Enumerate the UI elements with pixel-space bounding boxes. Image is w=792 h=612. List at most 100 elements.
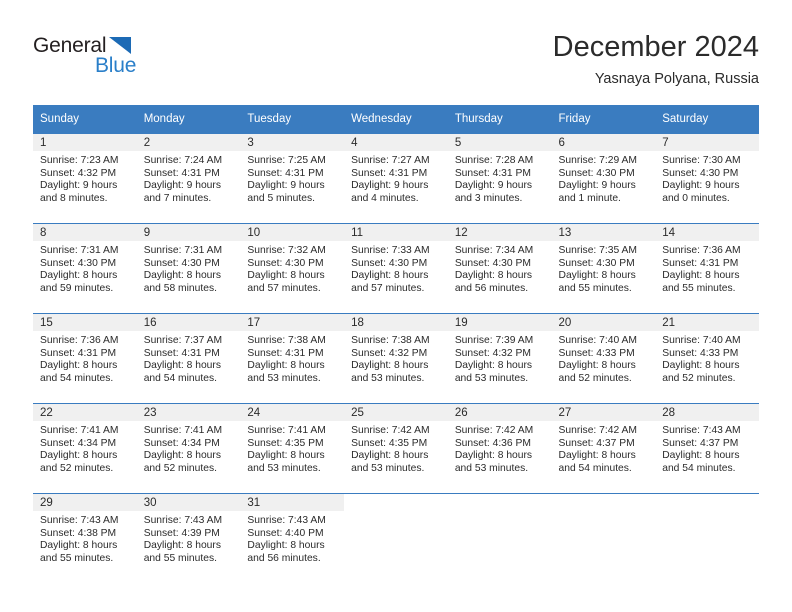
calendar-day-cell[interactable]: 31 Sunrise: 7:43 AM Sunset: 4:40 PM Dayligh… (240, 493, 345, 583)
calendar-day-cell[interactable]: 29 Sunrise: 7:43 AM Sunset: 4:38 PM Dayligh… (33, 493, 137, 583)
day-number: 29 (33, 494, 137, 511)
day-number: 16 (136, 314, 241, 331)
logo-text-blue: Blue (95, 54, 137, 77)
daylight-text-line2: and 52 minutes. (662, 372, 736, 384)
sunrise-text: Sunrise: 7:43 AM (662, 425, 741, 436)
sunset-text: Sunset: 4:37 PM (662, 437, 739, 449)
day-number: 25 (344, 404, 448, 421)
day-number: 3 (240, 134, 345, 151)
calendar-day-cell[interactable]: 4 Sunrise: 7:27 AM Sunset: 4:31 PM Daylight… (344, 133, 448, 224)
day-sun-info: Sunrise: 7:38 AM Sunset: 4:32 PM Daylight:… (344, 331, 448, 385)
day-sun-info: Sunrise: 7:40 AM Sunset: 4:33 PM Daylight:… (552, 331, 656, 385)
sunset-text: Sunset: 4:33 PM (558, 347, 635, 359)
day-sun-info: Sunrise: 7:23 AM Sunset: 4:32 PM Daylight:… (33, 151, 137, 205)
calendar-day-cell[interactable]: 14 Sunrise: 7:36 AM Sunset: 4:31 PM Dayligh… (655, 223, 759, 314)
calendar-day-cell[interactable]: 13 Sunrise: 7:35 AM Sunset: 4:30 PM Dayligh… (551, 223, 656, 314)
calendar-day-cell[interactable]: 17 Sunrise: 7:38 AM Sunset: 4:31 PM Dayligh… (240, 313, 345, 404)
day-sun-info: Sunrise: 7:36 AM Sunset: 4:31 PM Daylight:… (33, 331, 137, 385)
daylight-text-line2: and 8 minutes. (40, 192, 108, 204)
sunset-text: Sunset: 4:30 PM (247, 257, 324, 269)
day-cell-content: 13 Sunrise: 7:35 AM Sunset: 4:30 PM Dayligh… (551, 224, 656, 313)
daylight-text-line1: Daylight: 8 hours (662, 450, 740, 462)
day-sun-info: Sunrise: 7:41 AM Sunset: 4:34 PM Daylight:… (33, 421, 137, 475)
daylight-text-line2: and 59 minutes. (40, 282, 114, 294)
daylight-text-line1: Daylight: 9 hours (558, 180, 636, 192)
logo-triangle-icon (109, 37, 131, 54)
calendar-day-cell[interactable]: 20 Sunrise: 7:40 AM Sunset: 4:33 PM Dayligh… (551, 313, 656, 404)
weekday-header-row: Sunday Monday Tuesday Wednesday Thursday Frid… (33, 105, 759, 134)
day-number: 10 (240, 224, 345, 241)
calendar-day-cell[interactable]: 3 Sunrise: 7:25 AM Sunset: 4:31 PM Daylight… (240, 133, 345, 224)
day-number: 7 (655, 134, 759, 151)
calendar-day-cell[interactable]: 23 Sunrise: 7:41 AM Sunset: 4:34 PM Dayligh… (136, 403, 241, 494)
daylight-text-line2: and 52 minutes. (143, 462, 217, 474)
sunset-text: Sunset: 4:31 PM (143, 167, 220, 179)
calendar-day-cell[interactable]: 9 Sunrise: 7:31 AM Sunset: 4:30 PM Daylight… (136, 223, 241, 314)
weekday-header-wednesday: Wednesday (344, 105, 448, 134)
calendar-day-cell[interactable]: 25 Sunrise: 7:42 AM Sunset: 4:35 PM Dayligh… (344, 403, 448, 494)
day-cell-content (655, 494, 759, 583)
calendar-day-cell[interactable]: 19 Sunrise: 7:39 AM Sunset: 4:32 PM Dayligh… (447, 313, 552, 404)
sunrise-text: Sunrise: 7:41 AM (40, 425, 119, 436)
title-block: December 2024 Yasnaya Polyana, Russia (553, 30, 759, 90)
calendar-header-row: Sunday Monday Tuesday Wednesday Thursday Frid… (33, 105, 759, 134)
calendar-day-cell[interactable]: 27 Sunrise: 7:42 AM Sunset: 4:37 PM Dayligh… (551, 403, 656, 494)
day-number (344, 494, 448, 511)
daylight-text-line2: and 55 minutes. (40, 552, 114, 564)
calendar-table: Sunday Monday Tuesday Wednesday Thursday Frid… (33, 105, 759, 583)
general-blue-logo[interactable]: General Blue (33, 34, 213, 90)
sunrise-text: Sunrise: 7:43 AM (143, 515, 223, 526)
calendar-day-cell[interactable]: 6 Sunrise: 7:29 AM Sunset: 4:30 PM Daylight… (551, 133, 656, 224)
day-cell-content: 10 Sunrise: 7:32 AM Sunset: 4:30 PM Dayligh… (240, 224, 345, 313)
day-cell-content: 17 Sunrise: 7:38 AM Sunset: 4:31 PM Dayligh… (240, 314, 345, 403)
calendar-week-row: 8 Sunrise: 7:31 AM Sunset: 4:30 PM Daylight… (33, 223, 759, 314)
sunset-text: Sunset: 4:34 PM (143, 437, 220, 449)
calendar-day-cell[interactable]: 7 Sunrise: 7:30 AM Sunset: 4:30 PM Daylight… (655, 133, 759, 224)
daylight-text-line2: and 57 minutes. (247, 282, 321, 294)
calendar-day-cell[interactable]: 16 Sunrise: 7:37 AM Sunset: 4:31 PM Dayligh… (136, 313, 241, 404)
day-cell-content (344, 494, 448, 583)
calendar-day-cell[interactable]: 26 Sunrise: 7:42 AM Sunset: 4:36 PM Dayligh… (447, 403, 552, 494)
calendar-day-cell[interactable]: 30 Sunrise: 7:43 AM Sunset: 4:39 PM Dayligh… (136, 493, 241, 583)
sunset-text: Sunset: 4:38 PM (40, 527, 117, 539)
calendar-day-cell[interactable]: 28 Sunrise: 7:43 AM Sunset: 4:37 PM Dayligh… (655, 403, 759, 494)
calendar-week-row: 29 Sunrise: 7:43 AM Sunset: 4:38 PM Dayligh… (33, 493, 759, 583)
sunset-text: Sunset: 4:30 PM (351, 257, 428, 269)
calendar-day-cell[interactable]: 22 Sunrise: 7:41 AM Sunset: 4:34 PM Dayligh… (33, 403, 137, 494)
calendar-day-cell[interactable]: 24 Sunrise: 7:41 AM Sunset: 4:35 PM Dayligh… (240, 403, 345, 494)
daylight-text-line1: Daylight: 8 hours (247, 360, 325, 372)
calendar-day-cell[interactable]: 11 Sunrise: 7:33 AM Sunset: 4:30 PM Dayligh… (344, 223, 448, 314)
sunrise-text: Sunrise: 7:38 AM (247, 335, 326, 346)
sunrise-text: Sunrise: 7:24 AM (143, 155, 223, 166)
calendar-day-cell[interactable]: 15 Sunrise: 7:36 AM Sunset: 4:31 PM Dayligh… (33, 313, 137, 404)
day-sun-info: Sunrise: 7:28 AM Sunset: 4:31 PM Daylight:… (448, 151, 552, 205)
calendar-day-cell[interactable]: 8 Sunrise: 7:31 AM Sunset: 4:30 PM Daylight… (33, 223, 137, 314)
sunrise-text: Sunrise: 7:30 AM (662, 155, 741, 166)
day-cell-content: 4 Sunrise: 7:27 AM Sunset: 4:31 PM Daylight… (344, 134, 448, 223)
calendar-day-cell[interactable]: 1 Sunrise: 7:23 AM Sunset: 4:32 PM Daylight… (33, 133, 137, 224)
daylight-text-line1: Daylight: 8 hours (247, 270, 325, 282)
daylight-text-line2: and 54 minutes. (662, 462, 736, 474)
calendar-day-cell[interactable]: 18 Sunrise: 7:38 AM Sunset: 4:32 PM Dayligh… (344, 313, 448, 404)
calendar-day-cell[interactable]: 2 Sunrise: 7:24 AM Sunset: 4:31 PM Daylight… (136, 133, 241, 224)
sunrise-text: Sunrise: 7:31 AM (143, 245, 223, 256)
sunset-text: Sunset: 4:40 PM (247, 527, 324, 539)
day-sun-info: Sunrise: 7:34 AM Sunset: 4:30 PM Daylight:… (448, 241, 552, 295)
day-cell-content: 21 Sunrise: 7:40 AM Sunset: 4:33 PM Dayligh… (655, 314, 759, 403)
calendar-day-cell[interactable]: 21 Sunrise: 7:40 AM Sunset: 4:33 PM Dayligh… (655, 313, 759, 404)
daylight-text-line2: and 3 minutes. (454, 192, 523, 204)
day-number: 14 (655, 224, 759, 241)
calendar-day-cell[interactable]: 12 Sunrise: 7:34 AM Sunset: 4:30 PM Dayligh… (447, 223, 552, 314)
day-number: 8 (33, 224, 137, 241)
day-cell-content: 28 Sunrise: 7:43 AM Sunset: 4:37 PM Dayligh… (655, 404, 759, 493)
sunset-text: Sunset: 4:30 PM (454, 257, 531, 269)
calendar-day-cell[interactable]: 5 Sunrise: 7:28 AM Sunset: 4:31 PM Daylight… (447, 133, 552, 224)
daylight-text-line2: and 55 minutes. (662, 282, 736, 294)
weekday-header-saturday: Saturday (655, 105, 759, 134)
sunrise-text: Sunrise: 7:25 AM (247, 155, 326, 166)
daylight-text-line1: Daylight: 8 hours (558, 270, 636, 282)
sunrise-text: Sunrise: 7:42 AM (558, 425, 637, 436)
calendar-day-cell[interactable]: 10 Sunrise: 7:32 AM Sunset: 4:30 PM Dayligh… (240, 223, 345, 314)
day-cell-content: 3 Sunrise: 7:25 AM Sunset: 4:31 PM Daylight… (240, 134, 345, 223)
sunrise-text: Sunrise: 7:43 AM (40, 515, 119, 526)
